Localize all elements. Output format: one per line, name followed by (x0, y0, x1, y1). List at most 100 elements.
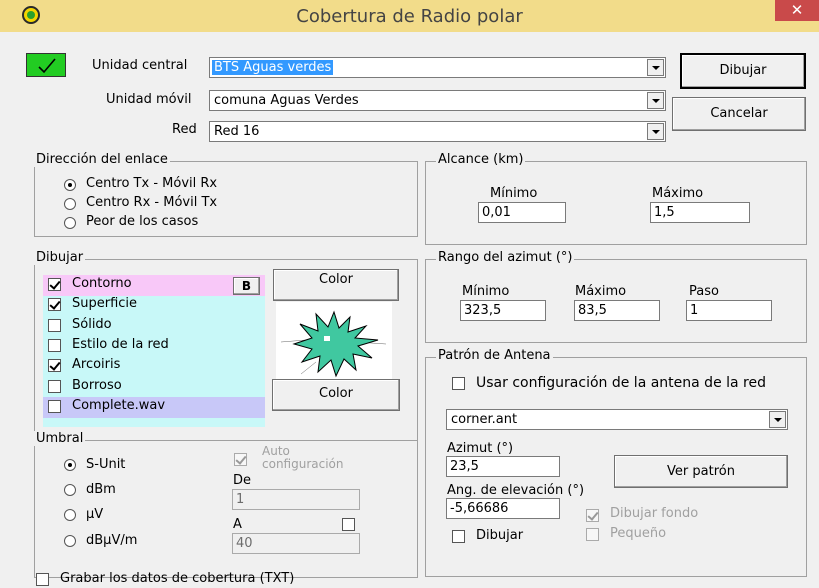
contorno-color-button[interactable]: Color (273, 269, 399, 301)
azimut-min-label: Mínimo (462, 284, 510, 299)
umbral-radio-3[interactable] (64, 535, 76, 547)
umbral-option-1[interactable]: dBm (86, 482, 116, 497)
a-value: 40 (236, 536, 253, 551)
dibujar-option-3[interactable]: Estilo de la red (72, 337, 169, 352)
unidad-central-select[interactable]: BTS Aguas verdes (209, 57, 666, 78)
auto-config-checkbox[interactable] (234, 453, 247, 466)
alcance-max-label: Máximo (652, 186, 704, 201)
paso-label: Paso (689, 284, 719, 299)
color-button-label-2: Color (319, 386, 353, 401)
dibujar-button-label: Dibujar (719, 63, 767, 78)
chevron-down-icon[interactable] (647, 59, 664, 76)
direccion-radio-1[interactable] (64, 198, 76, 210)
coverage-preview-image (276, 302, 392, 382)
unidad-central-label: Unidad central (92, 58, 188, 73)
azimut-max-value: 83,5 (578, 303, 607, 318)
direccion-group-title: Dirección del enlace (34, 152, 170, 167)
pequeno-label: Pequeño (610, 526, 667, 541)
antena-dibujar-label[interactable]: Dibujar (476, 528, 523, 543)
dibujar-fondo-checkbox[interactable] (586, 509, 599, 522)
umbral-option-0[interactable]: S-Unit (86, 457, 125, 472)
dibujar-checkbox-1[interactable] (48, 298, 61, 312)
alcance-max-input[interactable]: 1,5 (650, 202, 750, 223)
chevron-down-icon[interactable] (647, 123, 664, 140)
bold-b-button[interactable]: B (233, 277, 260, 295)
auto-config-label-1: Auto (262, 444, 290, 458)
elevation-label: Ang. de elevación (°) (447, 483, 585, 498)
dibujar-checkbox-5[interactable] (48, 379, 61, 393)
umbral-group-title: Umbral (34, 431, 86, 446)
azimut-min-value: 323,5 (464, 303, 502, 318)
direccion-radio-0[interactable] (64, 179, 76, 191)
antena-group-title: Patrón de Antena (436, 348, 553, 363)
alcance-min-label: Mínimo (490, 186, 538, 201)
pequeno-checkbox[interactable] (586, 528, 599, 541)
red-value: Red 16 (214, 124, 260, 139)
alcance-max-value: 1,5 (654, 205, 675, 220)
cancelar-button-label: Cancelar (710, 106, 768, 121)
dibujar-button[interactable]: Dibujar (680, 53, 806, 89)
dibujar-option-2[interactable]: Sólido (72, 317, 112, 332)
dibujar-checkbox-6[interactable] (48, 399, 61, 413)
umbral-option-2[interactable]: µV (86, 507, 103, 522)
umbral-option-3[interactable]: dBµV/m (86, 533, 137, 548)
dibujar-option-0[interactable]: Contorno (72, 276, 132, 291)
antena-dibujar-checkbox[interactable] (452, 530, 465, 543)
dibujar-option-6[interactable]: Complete.wav (72, 398, 165, 413)
unidad-movil-value: comuna Aguas Verdes (214, 93, 359, 108)
grabar-label[interactable]: Grabar los datos de cobertura (TXT) (60, 571, 294, 586)
superficie-color-button[interactable]: Color (272, 379, 400, 411)
dibujar-checkbox-4[interactable] (48, 359, 61, 373)
unidad-movil-label: Unidad móvil (106, 92, 192, 107)
chevron-down-icon[interactable] (647, 92, 664, 109)
a-checkbox[interactable] (342, 518, 355, 531)
de-label: De (233, 473, 252, 488)
dibujar-group-title: Dibujar (34, 250, 86, 265)
cancelar-button[interactable]: Cancelar (672, 97, 806, 131)
alcance-group-title: Alcance (km) (436, 152, 526, 167)
title-bar: Cobertura de Radio polar ✕ (0, 0, 819, 32)
color-button-label-1: Color (319, 272, 353, 287)
close-button[interactable]: ✕ (775, 0, 819, 21)
paso-input[interactable]: 1 (686, 300, 772, 321)
umbral-radio-0[interactable] (64, 459, 76, 471)
dibujar-option-5[interactable]: Borroso (72, 378, 122, 393)
use-network-antenna-checkbox[interactable] (452, 377, 465, 390)
azimut-max-input[interactable]: 83,5 (574, 300, 660, 321)
alcance-min-value: 0,01 (482, 205, 511, 220)
azimut-input[interactable]: 23,5 (446, 456, 560, 477)
direccion-option-1[interactable]: Centro Rx - Móvil Tx (86, 195, 217, 210)
azimut-label: Azimut (°) (447, 441, 514, 456)
antenna-pattern-select[interactable]: corner.ant (446, 409, 788, 430)
status-check-icon (26, 53, 66, 77)
umbral-radio-2[interactable] (64, 509, 76, 521)
alcance-min-input[interactable]: 0,01 (478, 202, 566, 223)
azimut-min-input[interactable]: 323,5 (460, 300, 546, 321)
red-label: Red (172, 122, 197, 137)
de-input[interactable]: 1 (232, 489, 360, 510)
red-select[interactable]: Red 16 (209, 121, 666, 142)
direccion-option-0[interactable]: Centro Tx - Móvil Rx (86, 176, 217, 191)
ver-patron-button[interactable]: Ver patrón (614, 455, 788, 488)
de-value: 1 (236, 492, 245, 507)
direccion-radio-2[interactable] (64, 217, 76, 229)
chevron-down-icon[interactable] (769, 411, 786, 428)
a-input[interactable]: 40 (232, 533, 360, 554)
dibujar-fondo-label: Dibujar fondo (610, 506, 699, 521)
dibujar-checkbox-2[interactable] (48, 318, 61, 332)
bold-b-label: B (241, 279, 252, 293)
dibujar-checkbox-3[interactable] (48, 338, 61, 352)
use-network-antenna-label[interactable]: Usar configuración de la antena de la re… (476, 375, 766, 391)
direccion-option-2[interactable]: Peor de los casos (86, 214, 198, 229)
window-title: Cobertura de Radio polar (296, 6, 523, 27)
elevation-input[interactable]: -5,66686 (446, 498, 560, 519)
umbral-radio-1[interactable] (64, 484, 76, 496)
dibujar-checkbox-0[interactable] (48, 278, 61, 291)
grabar-checkbox[interactable] (36, 573, 49, 586)
dibujar-option-1[interactable]: Superficie (72, 296, 137, 311)
dibujar-option-4[interactable]: Arcoiris (72, 357, 120, 372)
unidad-movil-select[interactable]: comuna Aguas Verdes (209, 90, 666, 111)
azimut-range-title: Rango del azimut (°) (436, 250, 575, 265)
elevation-value: -5,66686 (450, 501, 509, 516)
antenna-pattern-value: corner.ant (451, 412, 518, 427)
